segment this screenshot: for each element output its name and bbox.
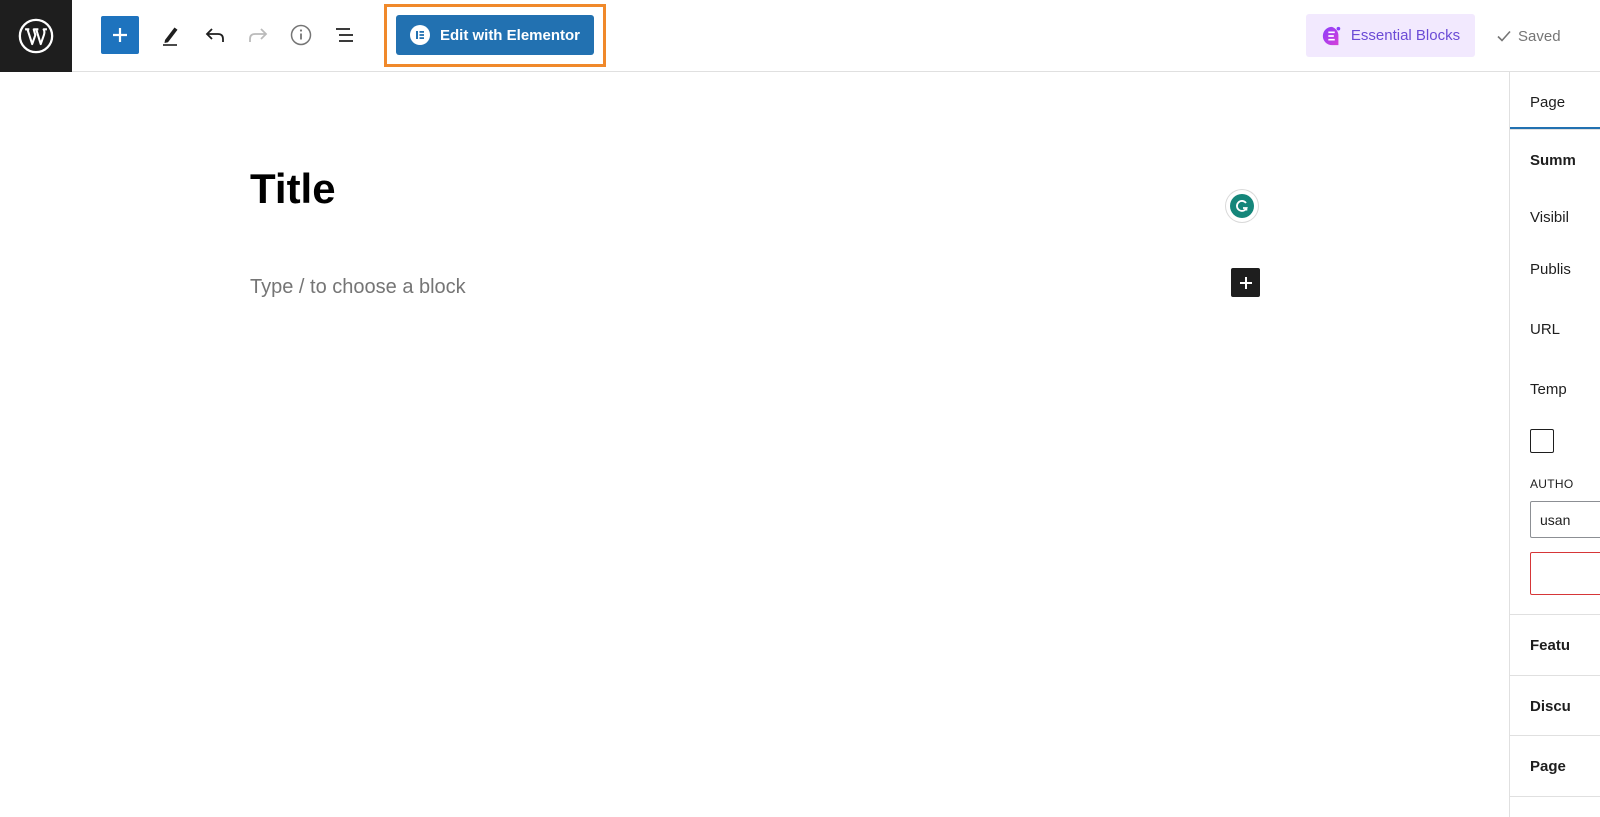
edit-with-elementor-button[interactable]: Edit with Elementor bbox=[396, 15, 594, 55]
author-value: usan bbox=[1540, 512, 1571, 528]
url-label: URL bbox=[1530, 321, 1561, 338]
publish-label: Publis bbox=[1530, 261, 1571, 278]
elementor-icon bbox=[409, 25, 430, 45]
template-label: Temp bbox=[1530, 381, 1567, 398]
essential-blocks-icon bbox=[1322, 26, 1341, 45]
redo-icon bbox=[249, 28, 268, 42]
divider bbox=[1510, 614, 1600, 615]
tab-page[interactable]: Page bbox=[1510, 72, 1600, 129]
page-attributes-panel-toggle[interactable]: Page bbox=[1530, 758, 1566, 775]
tools-button[interactable] bbox=[156, 20, 186, 50]
saved-status: Saved bbox=[1496, 26, 1561, 46]
post-title[interactable]: Title bbox=[250, 168, 336, 210]
details-button[interactable] bbox=[286, 20, 316, 50]
edit-with-elementor-label: Edit with Elementor bbox=[439, 26, 580, 44]
plus-icon bbox=[1239, 276, 1252, 289]
author-select[interactable]: usan bbox=[1530, 501, 1600, 538]
discussion-panel-toggle[interactable]: Discu bbox=[1530, 698, 1571, 715]
pending-review-checkbox[interactable] bbox=[1530, 429, 1554, 453]
info-icon bbox=[290, 24, 312, 46]
top-toolbar: Edit with Elementor Essential Blocks Sav… bbox=[0, 0, 1600, 72]
plus-icon bbox=[113, 28, 127, 42]
tab-page-label: Page bbox=[1530, 94, 1566, 111]
author-label: AUTHO bbox=[1530, 477, 1574, 491]
redo-button[interactable] bbox=[243, 20, 273, 50]
pencil-icon bbox=[163, 27, 178, 46]
grammarly-icon bbox=[1230, 194, 1254, 218]
divider bbox=[1510, 675, 1600, 676]
undo-button[interactable] bbox=[200, 20, 230, 50]
divider bbox=[1510, 796, 1600, 797]
visibility-label: Visibil bbox=[1530, 209, 1569, 226]
summary-panel-toggle[interactable]: Summ bbox=[1530, 152, 1576, 169]
block-placeholder[interactable]: Type / to choose a block bbox=[250, 276, 466, 299]
add-block-inline-button[interactable] bbox=[1231, 268, 1260, 297]
settings-sidebar: Page Summ Visibil Publis URL Temp AUTHO … bbox=[1509, 72, 1600, 817]
essential-blocks-button[interactable]: Essential Blocks bbox=[1306, 14, 1475, 57]
essential-blocks-label: Essential Blocks bbox=[1350, 27, 1461, 44]
list-view-icon bbox=[336, 28, 353, 42]
grammarly-button[interactable] bbox=[1226, 190, 1258, 222]
list-view-button[interactable] bbox=[330, 20, 360, 50]
undo-icon bbox=[205, 28, 224, 42]
move-to-trash-button[interactable] bbox=[1530, 552, 1600, 595]
saved-label: Saved bbox=[1518, 27, 1561, 45]
featured-image-panel-toggle[interactable]: Featu bbox=[1530, 637, 1570, 654]
check-icon bbox=[1497, 30, 1511, 42]
divider bbox=[1510, 735, 1600, 736]
add-block-button[interactable] bbox=[101, 16, 139, 54]
divider bbox=[1510, 129, 1600, 130]
wordpress-logo-icon[interactable] bbox=[0, 0, 72, 72]
